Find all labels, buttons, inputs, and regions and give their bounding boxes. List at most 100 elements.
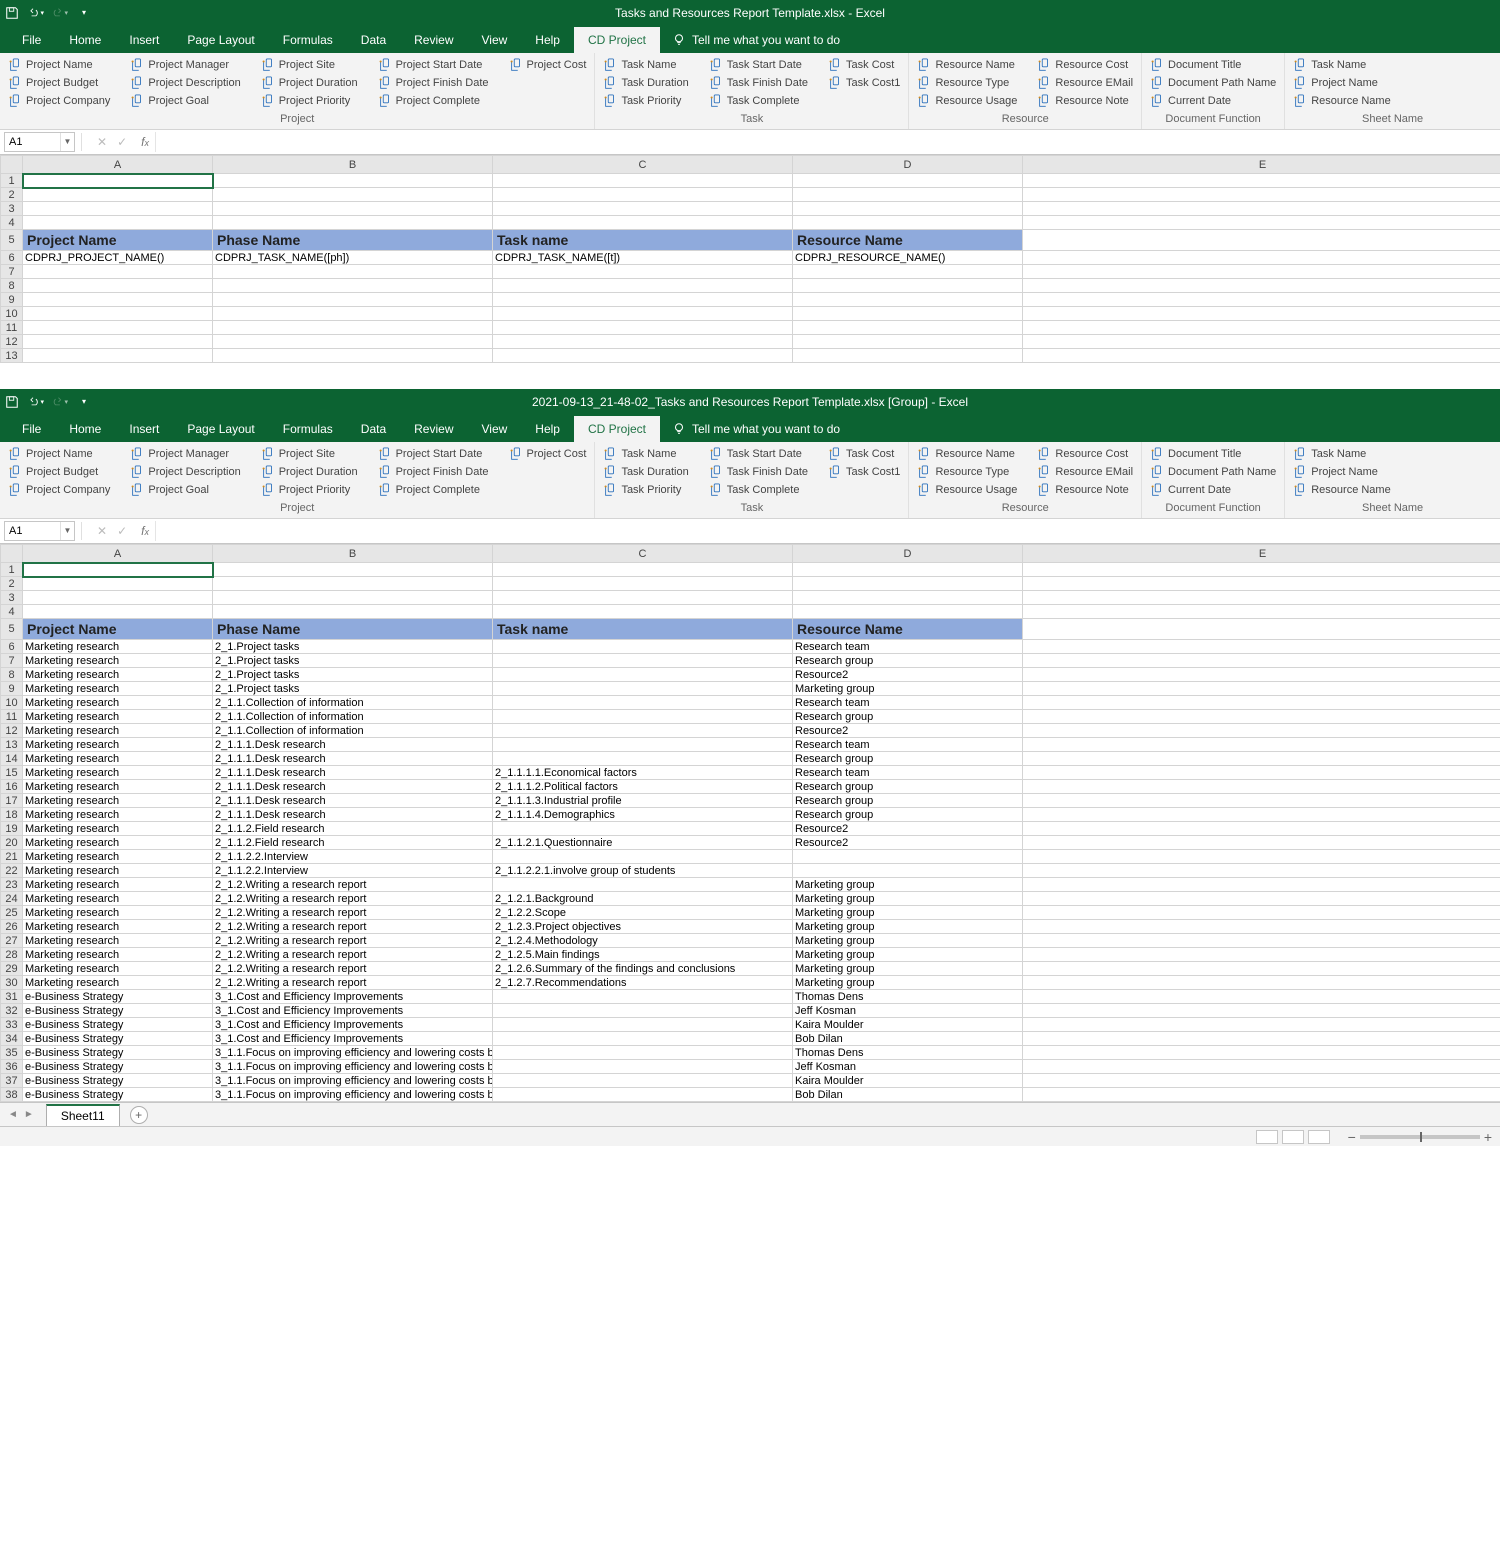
cell[interactable]: 2_1.1.1.Desk research [213, 808, 493, 822]
menu-tab[interactable]: Help [521, 416, 574, 442]
cell[interactable] [793, 321, 1023, 335]
column-header[interactable]: B [213, 156, 493, 174]
cell[interactable]: Marketing group [793, 906, 1023, 920]
ribbon-button[interactable]: Resource Usage [915, 93, 1019, 109]
cell[interactable]: 2_1.1.1.Desk research [213, 752, 493, 766]
cell[interactable]: 2_1.1.2.2.Interview [213, 850, 493, 864]
cell[interactable] [1023, 265, 1500, 279]
cell[interactable]: 2_1.2.1.Background [493, 892, 793, 906]
cell[interactable] [213, 605, 493, 619]
cell[interactable] [793, 307, 1023, 321]
cell[interactable] [23, 279, 213, 293]
cell[interactable]: Kaira Moulder [793, 1074, 1023, 1088]
cell[interactable] [493, 640, 793, 654]
cell[interactable]: 2_1.Project tasks [213, 640, 493, 654]
cell[interactable] [1023, 962, 1500, 976]
cell[interactable]: Marketing research [23, 682, 213, 696]
ribbon-button[interactable]: Task Cost1 [826, 464, 902, 480]
cell[interactable]: 2_1.1.2.Field research [213, 822, 493, 836]
cell[interactable]: 2_1.Project tasks [213, 654, 493, 668]
view-normal-icon[interactable] [1256, 1130, 1278, 1144]
cell[interactable] [493, 577, 793, 591]
ribbon-button[interactable]: Task Cost1 [826, 75, 902, 91]
cell[interactable]: 2_1.Project tasks [213, 668, 493, 682]
menu-tab[interactable]: View [468, 27, 522, 53]
ribbon-button[interactable]: Document Path Name [1148, 75, 1278, 91]
cell[interactable] [213, 279, 493, 293]
cell[interactable] [793, 335, 1023, 349]
cell[interactable] [493, 1018, 793, 1032]
cell[interactable]: Marketing research [23, 892, 213, 906]
cell[interactable] [1023, 892, 1500, 906]
qat-customize-icon[interactable]: ▾ [76, 394, 92, 410]
cell[interactable]: 3_1.1.Focus on improving efficiency and … [213, 1046, 493, 1060]
menu-tab[interactable]: Home [55, 416, 115, 442]
name-box-input[interactable] [5, 133, 60, 151]
cell[interactable] [1023, 174, 1500, 188]
row-header[interactable]: 23 [1, 878, 23, 892]
cell[interactable]: Marketing research [23, 962, 213, 976]
cell[interactable] [493, 822, 793, 836]
cell[interactable]: CDPRJ_TASK_NAME([ph]) [213, 251, 493, 265]
sheet-tab[interactable]: Sheet11 [46, 1104, 120, 1126]
cell[interactable] [23, 307, 213, 321]
cell[interactable]: CDPRJ_PROJECT_NAME() [23, 251, 213, 265]
column-header[interactable]: D [793, 156, 1023, 174]
cell[interactable]: 3_1.1.Focus on improving efficiency and … [213, 1088, 493, 1102]
cell[interactable] [1023, 251, 1500, 265]
menu-tab[interactable]: Data [347, 27, 400, 53]
chevron-down-icon[interactable]: ▼ [60, 133, 74, 151]
row-header[interactable]: 11 [1, 710, 23, 724]
formula-input[interactable] [155, 132, 1500, 152]
cell[interactable]: Jeff Kosman [793, 1004, 1023, 1018]
cell[interactable]: 3_1.Cost and Efficiency Improvements [213, 1032, 493, 1046]
ribbon-button[interactable]: Task Start Date [707, 57, 810, 73]
ribbon-button[interactable]: Project Finish Date [376, 464, 491, 480]
cell[interactable] [493, 682, 793, 696]
row-header[interactable]: 27 [1, 934, 23, 948]
cell[interactable] [23, 591, 213, 605]
ribbon-button[interactable]: Document Path Name [1148, 464, 1278, 480]
cell[interactable]: Marketing research [23, 640, 213, 654]
cell[interactable]: Research group [793, 780, 1023, 794]
ribbon-button[interactable]: Project Manager [128, 57, 242, 73]
ribbon-button[interactable]: Project Complete [376, 93, 491, 109]
row-header[interactable]: 12 [1, 724, 23, 738]
cell[interactable]: 3_1.1.Focus on improving efficiency and … [213, 1060, 493, 1074]
cell[interactable]: 3_1.Cost and Efficiency Improvements [213, 990, 493, 1004]
cell[interactable]: 2_1.1.1.1.Economical factors [493, 766, 793, 780]
cell[interactable]: 2_1.1.1.Desk research [213, 794, 493, 808]
cell[interactable] [213, 174, 493, 188]
row-header[interactable]: 38 [1, 1088, 23, 1102]
cell[interactable]: Marketing group [793, 948, 1023, 962]
ribbon-button[interactable]: Resource Cost [1035, 57, 1135, 73]
row-header[interactable]: 14 [1, 752, 23, 766]
cell[interactable]: 2_1.2.7.Recommendations [493, 976, 793, 990]
ribbon-button[interactable]: Task Priority [601, 482, 690, 498]
column-header[interactable]: B [213, 545, 493, 563]
cell[interactable] [1023, 293, 1500, 307]
save-icon[interactable] [4, 5, 20, 21]
cell[interactable] [213, 265, 493, 279]
cell[interactable] [1023, 780, 1500, 794]
cell[interactable]: Bob Dilan [793, 1032, 1023, 1046]
cell[interactable] [493, 696, 793, 710]
cell[interactable] [1023, 1032, 1500, 1046]
column-header[interactable]: E [1023, 156, 1500, 174]
cell[interactable] [1023, 640, 1500, 654]
cell[interactable] [23, 577, 213, 591]
cell[interactable]: Research group [793, 752, 1023, 766]
cell[interactable] [493, 668, 793, 682]
cell[interactable]: e-Business Strategy [23, 1004, 213, 1018]
cell[interactable]: Marketing research [23, 836, 213, 850]
cell[interactable] [1023, 738, 1500, 752]
row-header[interactable]: 22 [1, 864, 23, 878]
cell[interactable]: 3_1.1.Focus on improving efficiency and … [213, 1074, 493, 1088]
cell[interactable] [1023, 976, 1500, 990]
cell[interactable]: Thomas Dens [793, 990, 1023, 1004]
cell[interactable] [793, 174, 1023, 188]
cell[interactable] [1023, 591, 1500, 605]
cell[interactable] [1023, 990, 1500, 1004]
row-header[interactable]: 15 [1, 766, 23, 780]
cell[interactable]: Marketing research [23, 654, 213, 668]
